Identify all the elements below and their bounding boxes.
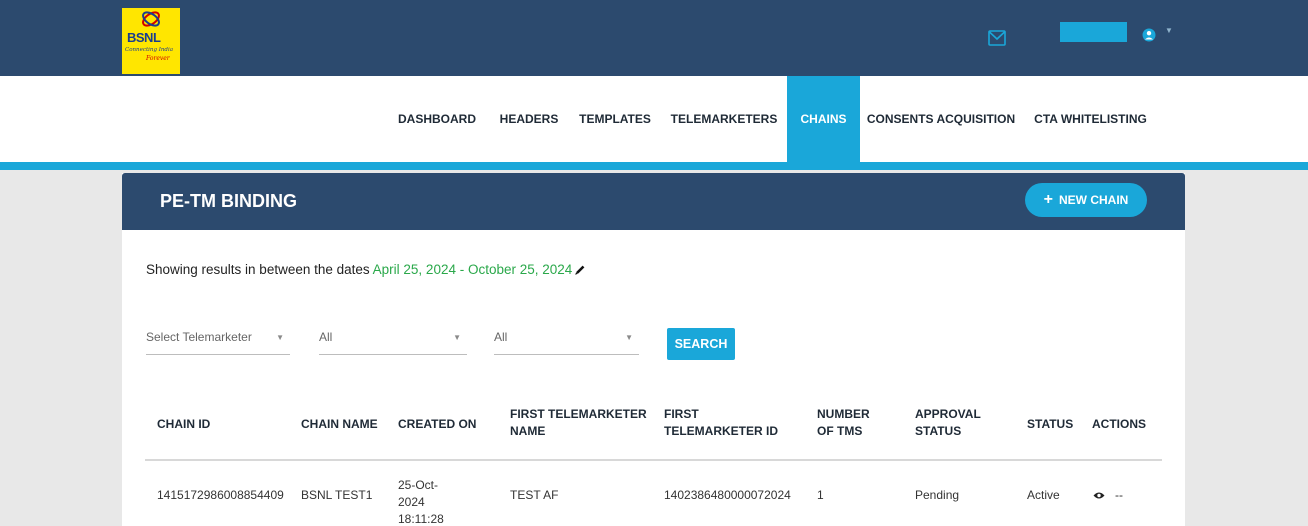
table-header-divider <box>145 459 1162 461</box>
cell-actions-extra: -- <box>1115 488 1123 502</box>
col-number-of-tms[interactable]: NUMBER OF TMS <box>817 406 889 440</box>
col-actions: ACTIONS <box>1092 417 1146 431</box>
date-range-value: April 25, 2024 - October 25, 2024 <box>372 262 573 277</box>
pencil-icon[interactable] <box>574 264 586 276</box>
user-name-box[interactable] <box>1060 22 1127 42</box>
nav-headers[interactable]: HEADERS <box>492 76 566 162</box>
col-chain-name[interactable]: CHAIN NAME <box>301 416 378 433</box>
main-nav: DASHBOARD HEADERS TEMPLATES TELEMARKETER… <box>0 76 1308 162</box>
chevron-down-icon: ▼ <box>276 333 284 342</box>
nav-templates[interactable]: TEMPLATES <box>574 76 656 162</box>
nav-consents-acquisition[interactable]: CONSENTS ACQUISITION <box>866 76 1016 162</box>
cell-approval-status: Pending <box>915 488 960 502</box>
cell-number-of-tms: 1 <box>817 488 824 502</box>
col-chain-id[interactable]: CHAIN ID <box>157 416 210 433</box>
new-chain-button[interactable]: + NEW CHAIN <box>1025 183 1147 217</box>
chains-card: PE-TM BINDING + NEW CHAIN Showing result… <box>122 173 1185 526</box>
filter-select-2[interactable]: All ▼ <box>319 327 467 355</box>
bsnl-logo[interactable]: BSNL Connecting India Forever <box>122 8 180 74</box>
chevron-down-icon: ▼ <box>453 333 461 342</box>
date-prefix: Showing results in between the dates <box>146 262 370 277</box>
col-first-tm-id[interactable]: FIRST TELEMARKETER ID <box>664 406 794 440</box>
col-created-on[interactable]: CREATED ON <box>398 416 476 433</box>
brand-name: BSNL <box>127 30 161 45</box>
telemarketer-select-value: Select Telemarketer <box>146 330 252 344</box>
filter-select-3[interactable]: All ▼ <box>494 327 639 355</box>
cell-status: Active <box>1027 488 1060 502</box>
brand-tagline: Connecting India <box>125 47 173 53</box>
top-bar: BSNL Connecting India Forever ▼ <box>0 0 1308 76</box>
col-status[interactable]: STATUS <box>1027 416 1073 433</box>
cell-first-tm-name: TEST AF <box>510 488 559 502</box>
new-chain-label: NEW CHAIN <box>1059 193 1129 207</box>
col-first-tm-name[interactable]: FIRST TELEMARKETER NAME <box>510 406 650 440</box>
telemarketer-select[interactable]: Select Telemarketer ▼ <box>146 327 290 355</box>
cell-first-tm-id: 1402386480000072024 <box>664 488 791 502</box>
filter-select-3-value: All <box>494 330 508 344</box>
eye-icon[interactable] <box>1093 491 1105 500</box>
nav-telemarketers[interactable]: TELEMARKETERS <box>666 76 782 162</box>
user-icon[interactable] <box>1142 28 1156 42</box>
user-menu-caret-icon[interactable]: ▼ <box>1165 26 1173 35</box>
search-button[interactable]: SEARCH <box>667 328 735 360</box>
cell-created-on: 25-Oct-2024 18:11:28 <box>398 478 444 526</box>
chevron-down-icon: ▼ <box>625 333 633 342</box>
nav-accent-stripe <box>0 162 1308 170</box>
cell-chain-id: 1415172986008854409 <box>157 488 284 502</box>
nav-cta-whitelisting[interactable]: CTA WHITELISTING <box>1028 76 1153 162</box>
page-title: PE-TM BINDING <box>160 191 297 211</box>
cell-chain-name: BSNL TEST1 <box>301 488 373 502</box>
brand-tagline-accent: Forever <box>146 55 170 62</box>
nav-chains[interactable]: CHAINS <box>787 76 860 162</box>
filter-select-2-value: All <box>319 330 333 344</box>
mail-icon[interactable] <box>988 30 1006 46</box>
date-range-text: Showing results in between the dates Apr… <box>146 262 572 277</box>
col-approval-status[interactable]: APPROVAL STATUS <box>915 406 985 440</box>
card-header: PE-TM BINDING + NEW CHAIN <box>122 173 1185 230</box>
nav-dashboard[interactable]: DASHBOARD <box>391 76 483 162</box>
logo-swirl-icon <box>142 11 160 27</box>
plus-icon: + <box>1043 191 1053 208</box>
